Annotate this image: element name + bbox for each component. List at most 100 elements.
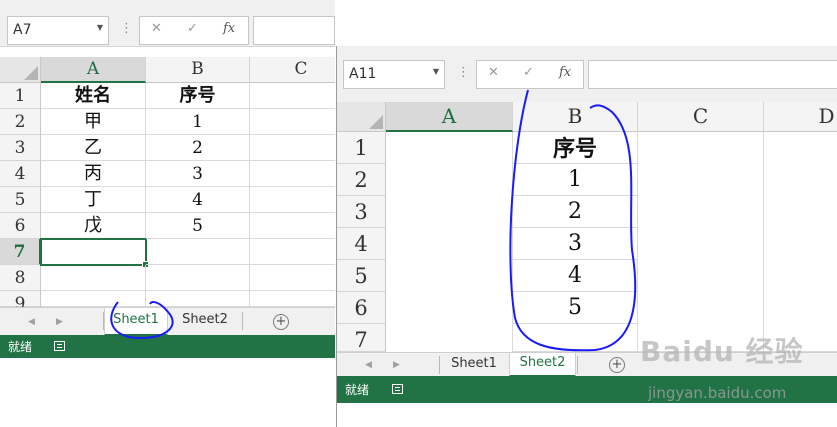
cell-b6[interactable]: 5 — [513, 292, 638, 324]
name-box[interactable]: A11 ▼ — [343, 60, 445, 89]
cell-c6[interactable] — [250, 213, 335, 239]
row-header-5[interactable]: 5 — [337, 260, 386, 292]
insert-function-icon[interactable]: fx — [559, 65, 571, 80]
cell-b2[interactable]: 1 — [513, 164, 638, 196]
formula-bar: A7 ▼ ⋮ ✕ ✓ fx — [0, 0, 335, 47]
formula-bar: A11 ▼ ⋮ ✕ ✓ fx — [337, 46, 837, 103]
tab-sheet1[interactable]: Sheet1 — [440, 353, 508, 377]
name-box[interactable]: A7 ▼ — [7, 16, 109, 45]
column-d-cells[interactable] — [764, 132, 837, 352]
column-a-cells[interactable] — [386, 132, 513, 352]
column-header-c[interactable]: C — [250, 57, 335, 83]
more-options-icon[interactable]: ⋮ — [457, 65, 470, 80]
chevron-down-icon[interactable]: ▼ — [97, 23, 103, 32]
row-header-8[interactable]: 8 — [0, 265, 41, 291]
row-header-7[interactable]: 7 — [337, 324, 386, 352]
cell-a1[interactable]: 姓名 — [41, 83, 146, 109]
more-options-icon[interactable]: ⋮ — [120, 21, 133, 36]
watermark: Baidu 经验 jingyan.baidu.com — [640, 330, 830, 410]
row-header-6[interactable]: 6 — [337, 292, 386, 324]
row-header-4[interactable]: 4 — [0, 161, 41, 187]
cell-c9[interactable] — [250, 291, 335, 307]
cell-c4[interactable] — [250, 161, 335, 187]
left-excel-window: A7 ▼ ⋮ ✕ ✓ fx A B C 1 2 3 4 5 6 7 8 9 姓名… — [0, 0, 335, 427]
cell-c8[interactable] — [250, 265, 335, 291]
cell-c1[interactable] — [250, 83, 335, 109]
cell-b9[interactable] — [146, 291, 250, 307]
cancel-icon[interactable]: ✕ — [488, 65, 499, 80]
cell-b1[interactable]: 序号 — [513, 132, 638, 164]
cell-c2[interactable] — [250, 109, 335, 135]
tab-separator — [577, 356, 578, 374]
cell-b3[interactable]: 2 — [146, 135, 250, 161]
prev-sheet-icon[interactable]: ◀ — [365, 360, 372, 370]
row-header-3[interactable]: 3 — [337, 196, 386, 228]
cell-a4[interactable]: 丙 — [41, 161, 146, 187]
row-header-4[interactable]: 4 — [337, 228, 386, 260]
column-header-a[interactable]: A — [386, 102, 513, 132]
cell-a9[interactable] — [41, 291, 146, 307]
cancel-icon[interactable]: ✕ — [151, 21, 162, 36]
column-header-c[interactable]: C — [638, 102, 764, 132]
row-header-5[interactable]: 5 — [0, 187, 41, 213]
cell-b5[interactable]: 4 — [513, 260, 638, 292]
column-c-cells[interactable] — [638, 132, 764, 352]
confirm-icon[interactable]: ✓ — [187, 21, 198, 36]
cell-a5[interactable]: 丁 — [41, 187, 146, 213]
tab-separator — [242, 312, 243, 330]
cell-b7[interactable] — [146, 239, 250, 265]
cell-c3[interactable] — [250, 135, 335, 161]
chevron-down-icon[interactable]: ▼ — [433, 67, 439, 76]
row-header-1[interactable]: 1 — [0, 83, 41, 109]
next-sheet-icon[interactable]: ▶ — [56, 317, 63, 327]
worksheet-grid: A B C D 1 2 3 4 5 6 7 序号 1 2 3 4 5 — [337, 102, 837, 352]
formula-buttons: ✕ ✓ fx — [476, 60, 584, 89]
cell-b4[interactable]: 3 — [513, 228, 638, 260]
row-header-9[interactable]: 9 — [0, 291, 41, 314]
row-header-1[interactable]: 1 — [337, 132, 386, 164]
cell-b3[interactable]: 2 — [513, 196, 638, 228]
cell-c5[interactable] — [250, 187, 335, 213]
column-header-a[interactable]: A — [41, 57, 146, 83]
row-header-3[interactable]: 3 — [0, 135, 41, 161]
worksheet-grid: A B C 1 2 3 4 5 6 7 8 9 姓名 甲 乙 丙 丁 戊 序号 … — [0, 57, 335, 314]
cell-a7-active[interactable] — [40, 238, 149, 268]
cell-b8[interactable] — [146, 265, 250, 291]
column-header-b[interactable]: B — [146, 57, 250, 83]
cell-b1[interactable]: 序号 — [146, 83, 250, 109]
add-sheet-icon[interactable]: + — [609, 357, 625, 373]
cell-b2[interactable]: 1 — [146, 109, 250, 135]
macro-record-icon[interactable] — [392, 384, 403, 394]
cell-a8[interactable] — [41, 265, 146, 291]
tab-sheet2[interactable]: Sheet2 — [170, 308, 240, 336]
column-header-b[interactable]: B — [513, 102, 638, 132]
select-all-corner[interactable] — [337, 102, 386, 132]
status-bar: 就绪 — [0, 335, 335, 358]
row-header-2[interactable]: 2 — [337, 164, 386, 196]
macro-record-icon[interactable] — [54, 341, 65, 351]
add-sheet-icon[interactable]: + — [273, 314, 289, 330]
row-header-7[interactable]: 7 — [0, 239, 41, 265]
row-header-2[interactable]: 2 — [0, 109, 41, 135]
confirm-icon[interactable]: ✓ — [523, 65, 534, 80]
row-header-6[interactable]: 6 — [0, 213, 41, 239]
prev-sheet-icon[interactable]: ◀ — [28, 317, 35, 327]
next-sheet-icon[interactable]: ▶ — [393, 360, 400, 370]
cell-b4[interactable]: 3 — [146, 161, 250, 187]
select-all-corner[interactable] — [0, 57, 41, 83]
cell-b6[interactable]: 5 — [146, 213, 250, 239]
cell-b7[interactable] — [513, 324, 638, 352]
cell-b5[interactable]: 4 — [146, 187, 250, 213]
status-ready: 就绪 — [8, 340, 33, 354]
name-box-value: A11 — [349, 66, 377, 82]
cell-a2[interactable]: 甲 — [41, 109, 146, 135]
formula-input[interactable] — [588, 60, 837, 89]
cell-a3[interactable]: 乙 — [41, 135, 146, 161]
insert-function-icon[interactable]: fx — [223, 21, 235, 36]
column-header-d[interactable]: D — [764, 102, 837, 132]
cell-c7[interactable] — [250, 239, 335, 265]
cell-a6[interactable]: 戊 — [41, 213, 146, 239]
tab-sheet2[interactable]: Sheet2 — [509, 353, 576, 377]
formula-input[interactable] — [253, 16, 335, 45]
tab-sheet1[interactable]: Sheet1 — [104, 308, 168, 336]
